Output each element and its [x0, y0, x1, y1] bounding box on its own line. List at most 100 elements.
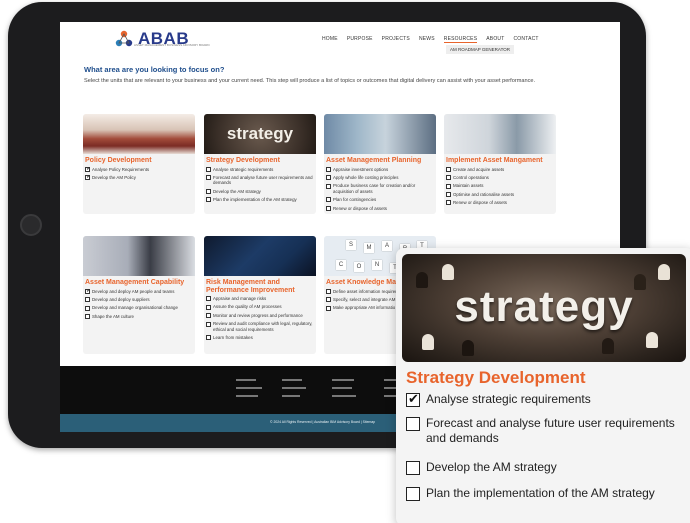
card-policy[interactable]: Policy Development Analyse Policy Requir… [83, 114, 195, 214]
checkbox-item[interactable]: Produce business case for creation and/o… [326, 183, 436, 194]
checkbox-item[interactable]: Renew or dispose of assets [446, 200, 556, 206]
checkbox-item[interactable]: Develop and manage organisational change [85, 305, 195, 311]
checkbox[interactable] [85, 314, 90, 320]
checkbox[interactable] [85, 297, 90, 303]
nav-about[interactable]: ABOUT [486, 36, 504, 43]
checkbox[interactable] [326, 166, 331, 172]
checkbox[interactable] [206, 313, 211, 319]
chess-piece-icon [462, 340, 474, 356]
card-planning[interactable]: Asset Management Planning Appraise inves… [324, 114, 436, 214]
checkbox[interactable] [406, 487, 420, 501]
card-image [324, 114, 436, 154]
chess-piece-icon [646, 332, 658, 348]
checkbox-label: Control operations [453, 174, 489, 180]
checkbox-item[interactable]: Control operations [446, 174, 556, 181]
nav-home[interactable]: HOME [322, 36, 338, 43]
checkbox-label: Analyse Policy Requirements [92, 166, 150, 172]
card-title: Asset Management Capability [85, 279, 185, 286]
zoom-checkbox-item[interactable]: Analyse strategic requirements [406, 391, 676, 407]
logo-tagline: ASSET MANAGEMENT BUSINESS ADVISORY BOARD [134, 43, 210, 47]
checkbox[interactable] [206, 166, 211, 172]
checkbox-item[interactable]: Assure the quality of AM processes [206, 304, 316, 310]
checkbox-item[interactable]: Appraise and manage risks [206, 296, 316, 302]
strategy-card-zoom[interactable]: strategy Strategy Development Analyse st… [396, 248, 690, 523]
card-capability[interactable]: Asset Management Capability Develop and … [83, 236, 195, 354]
zoom-checkbox-item[interactable]: Forecast and analyse future user require… [406, 416, 686, 446]
nav-contact[interactable]: CONTACT [513, 36, 538, 43]
checkbox[interactable] [406, 417, 420, 431]
checkbox-item[interactable]: Maintain assets [446, 183, 556, 189]
checkbox[interactable] [206, 335, 211, 341]
checkbox-item[interactable]: Analyse Policy Requirements [85, 166, 195, 172]
checkbox-checked[interactable] [85, 174, 90, 181]
nav-projects[interactable]: PROJECTS [382, 36, 410, 43]
checkbox-label: Develop the AM strategy [426, 460, 557, 474]
checkbox-item[interactable]: Appraise investment options [326, 167, 436, 172]
checkbox-item[interactable]: Analyse strategic requirements [206, 167, 316, 172]
zoom-checkbox-item[interactable]: Plan the implementation of the AM strate… [406, 486, 686, 501]
checkbox-item[interactable]: Renew or dispose of assets [326, 206, 436, 211]
checkbox-item[interactable]: Create and acquire assets [446, 167, 556, 172]
checkbox[interactable] [446, 166, 451, 172]
checkbox[interactable] [326, 183, 331, 189]
checkbox[interactable] [446, 183, 451, 189]
checkbox-label: Maintain assets [453, 183, 484, 189]
checkbox-item[interactable]: Plan for contingencies [326, 197, 436, 203]
card-implement[interactable]: Implement Asset Mangament Create and acq… [444, 114, 556, 214]
checkbox-item[interactable]: Optimise and rationalise assets [446, 192, 556, 198]
checkbox-label: Shape the AM culture [92, 313, 134, 319]
checkbox-label: Create and acquire assets [453, 166, 505, 172]
checkbox-label: Forecast and analyse future user require… [213, 174, 313, 186]
checkbox-item[interactable]: Review and audit compliance with legal, … [206, 321, 316, 332]
intro-heading: What area are you looking to focus on? [84, 65, 225, 74]
checkbox[interactable] [326, 297, 331, 303]
zoom-card-title: Strategy Development [406, 368, 586, 387]
checkbox[interactable] [406, 461, 420, 475]
checkbox[interactable] [206, 304, 211, 310]
nav-news[interactable]: NEWS [419, 36, 435, 43]
chess-piece-icon [602, 338, 614, 354]
checkbox[interactable] [206, 321, 211, 327]
checkbox[interactable] [326, 305, 331, 311]
zoom-checkbox-item[interactable]: Develop the AM strategy [406, 460, 676, 475]
checkbox-checked[interactable] [406, 391, 420, 407]
nav-submenu-roadmap-generator[interactable]: AM ROADMAP GENERATOR [446, 45, 515, 54]
letter-tile: M [364, 243, 374, 253]
checkbox[interactable] [206, 189, 211, 195]
letter-tile: N [372, 260, 382, 270]
checkbox-label: Plan for contingencies [333, 197, 377, 203]
checkbox-item[interactable]: Shape the AM culture [85, 313, 195, 320]
checkbox-label: Apply whole life costing principles [333, 174, 399, 180]
checkbox-checked[interactable] [85, 288, 90, 294]
card-risk[interactable]: Risk Management and Performance Improvem… [204, 236, 316, 354]
checkbox-item[interactable]: Develop and deploy AM people and teams [85, 288, 195, 294]
checkbox-item[interactable]: Develop the AM Policy [85, 174, 195, 181]
checkbox[interactable] [446, 200, 451, 206]
card-image [83, 236, 195, 276]
checkbox-item[interactable]: Develop and deploy suppliers [85, 297, 195, 303]
card-image [204, 236, 316, 276]
checkbox[interactable] [446, 175, 451, 181]
nav-resources[interactable]: RESOURCES [443, 36, 478, 43]
card-image-word: strategy [226, 124, 294, 143]
card-image: strategy [204, 114, 316, 154]
checkbox[interactable] [326, 175, 331, 181]
nav-purpose[interactable]: PURPOSE [347, 36, 373, 43]
checkbox-item[interactable]: Forecast and analyse future user require… [206, 175, 316, 186]
checkbox[interactable] [326, 205, 331, 211]
checkbox[interactable] [206, 175, 211, 181]
checkbox-item[interactable]: Monitor and review progress and performa… [206, 313, 316, 319]
checkbox-item[interactable]: Develop the AM strategy [206, 189, 316, 195]
card-strategy[interactable]: strategy Strategy Development Analyse st… [204, 114, 316, 214]
checkbox[interactable] [446, 192, 451, 198]
checkbox[interactable] [85, 305, 90, 311]
checkbox[interactable] [326, 288, 331, 294]
checkbox[interactable] [206, 197, 211, 203]
checkbox[interactable] [206, 296, 211, 302]
checkbox-checked[interactable] [85, 166, 90, 172]
checkbox-item[interactable]: Apply whole life costing principles [326, 174, 436, 181]
checkbox[interactable] [326, 197, 331, 203]
checkbox-item[interactable]: Learn from mistakes [206, 335, 316, 341]
checkbox-item[interactable]: Plan the implementation of the AM strate… [206, 197, 316, 203]
checkbox-label: Appraise investment options [333, 166, 389, 172]
